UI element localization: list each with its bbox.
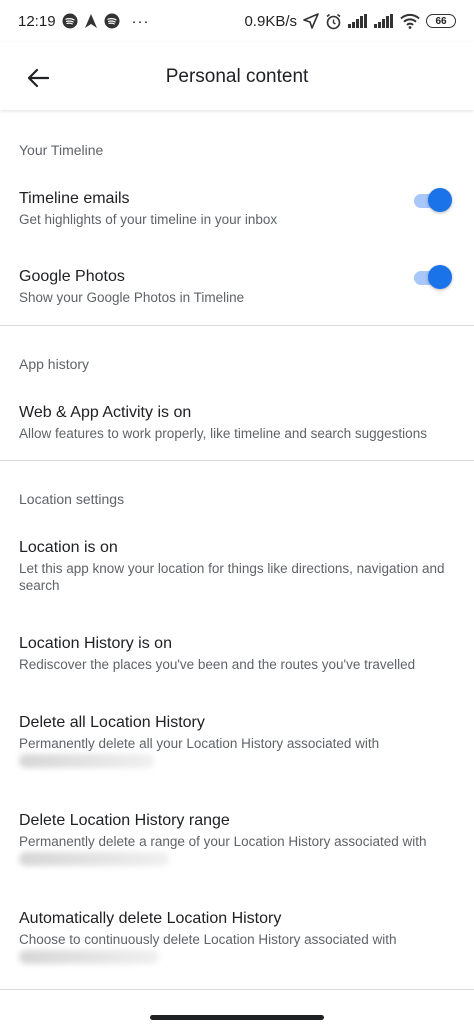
settings-list: Your Timeline Timeline emails Get highli… — [0, 110, 474, 990]
google-photos-toggle[interactable] — [412, 265, 452, 289]
timeline-emails-setting[interactable]: Timeline emails Get highlights of your t… — [0, 188, 474, 228]
navigation-icon — [84, 13, 98, 29]
status-left: 12:19 ··· — [18, 13, 150, 30]
more-notifications-dots: ··· — [131, 12, 150, 30]
location-arrow-icon — [303, 13, 319, 29]
item-subtitle: Allow features to work properly, like ti… — [19, 426, 427, 441]
item-subtitle: Let this app know your location for thin… — [19, 561, 445, 593]
signal-icon — [374, 14, 394, 28]
signal-icon — [348, 14, 368, 28]
divider — [0, 989, 474, 990]
alarm-icon — [325, 13, 342, 30]
item-title: Delete Location History range — [19, 812, 230, 829]
section-header-app-history: App history — [19, 356, 90, 372]
toggle-thumb — [428, 188, 452, 212]
item-title: Timeline emails — [19, 190, 130, 207]
item-subtitle: Permanently delete all your Location His… — [19, 736, 380, 751]
redacted-account — [19, 754, 454, 773]
toggle-thumb — [428, 265, 452, 289]
wifi-icon — [400, 13, 420, 29]
item-title: Automatically delete Location History — [19, 910, 282, 927]
item-subtitle: Show your Google Photos in Timeline — [19, 290, 245, 305]
redacted-account — [19, 950, 454, 969]
divider — [0, 325, 474, 326]
timeline-emails-toggle[interactable] — [412, 188, 452, 212]
item-subtitle: Rediscover the places you've been and th… — [19, 657, 416, 672]
item-title: Web & App Activity is on — [19, 404, 192, 421]
item-subtitle: Choose to continuously delete Location H… — [19, 932, 397, 947]
section-header-location: Location settings — [19, 491, 125, 507]
page-title: Personal content — [165, 66, 309, 87]
item-title: Location is on — [19, 539, 118, 556]
network-speed: 0.9KB/s — [244, 12, 297, 30]
item-title: Location History is on — [19, 635, 172, 652]
web-app-activity-setting[interactable]: Web & App Activity is on Allow features … — [0, 403, 474, 442]
item-title: Google Photos — [19, 268, 125, 285]
spotify-icon — [104, 13, 120, 29]
item-subtitle: Permanently delete a range of your Locat… — [19, 834, 427, 849]
app-bar: Personal content — [0, 42, 474, 110]
google-photos-setting[interactable]: Google Photos Show your Google Photos in… — [0, 265, 474, 306]
redacted-account — [19, 852, 454, 871]
location-setting[interactable]: Location is on Let this app know your lo… — [0, 538, 474, 594]
status-right: 0.9KB/s 66 — [244, 13, 456, 30]
location-history-setting[interactable]: Location History is on Rediscover the pl… — [0, 634, 474, 673]
item-subtitle: Get highlights of your timeline in your … — [19, 212, 278, 227]
divider — [0, 460, 474, 461]
battery-icon: 66 — [426, 14, 456, 28]
auto-delete-location-history[interactable]: Automatically delete Location History Ch… — [0, 909, 474, 969]
home-indicator[interactable] — [150, 1015, 324, 1020]
status-time: 12:19 — [18, 12, 56, 30]
spotify-icon — [62, 13, 78, 29]
delete-location-history-range[interactable]: Delete Location History range Permanentl… — [0, 811, 474, 871]
delete-all-location-history[interactable]: Delete all Location History Permanently … — [0, 713, 474, 773]
item-title: Delete all Location History — [19, 714, 205, 731]
status-bar: 12:19 ··· 0.9KB/s 66 — [0, 0, 474, 42]
section-header-timeline: Your Timeline — [19, 142, 104, 158]
